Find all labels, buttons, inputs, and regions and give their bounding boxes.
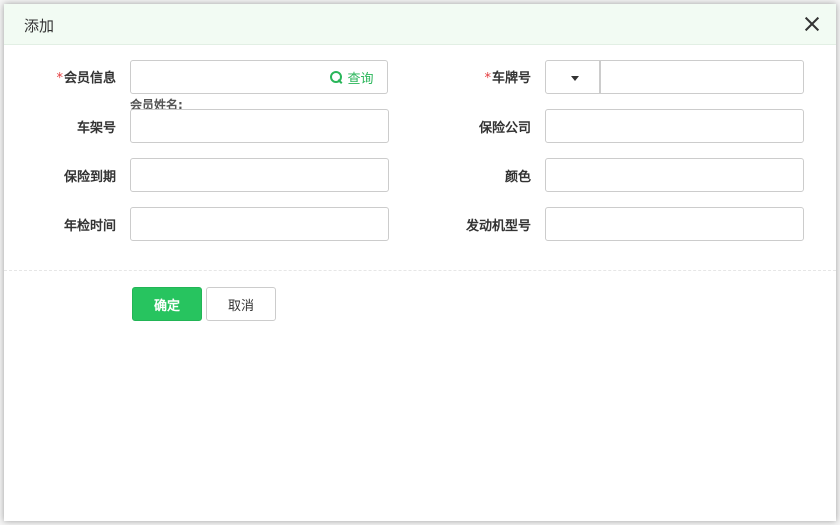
insurer-input[interactable] [545,109,804,143]
inspection-time-input[interactable] [130,207,389,241]
dialog-title: 添加 [24,17,55,35]
member-info-label: *会员信息 [56,71,116,86]
member-search-label: 查询 [347,71,374,87]
plate-no-label: *车牌号 [484,71,531,86]
dialog-header: 添加 [4,4,836,45]
insurance-expiry-input[interactable] [130,158,389,192]
cancel-button[interactable]: 取消 [206,287,276,321]
engine-model-label: 发动机型号 [465,219,531,234]
caret-down-icon [571,76,579,81]
plate-prefix-select[interactable] [545,60,600,94]
plate-no-input[interactable] [600,60,804,94]
member-info-input[interactable] [130,60,318,94]
vin-input[interactable] [130,109,389,143]
confirm-button[interactable]: 确定 [132,287,202,321]
vin-label: 车架号 [76,121,116,136]
add-dialog: 添加 *会员信息 查询 会员姓名: *车牌号 车架号 保险公司 保险到期 颜色 … [4,4,836,521]
inspection-time-label: 年检时间 [63,219,116,234]
member-search-button[interactable]: 查询 [317,60,388,94]
search-icon [330,70,343,84]
color-label: 颜色 [504,170,531,185]
color-input[interactable] [545,158,804,192]
close-icon[interactable] [802,14,822,34]
insurer-label: 保险公司 [478,121,531,136]
engine-model-input[interactable] [545,207,804,241]
form-divider [4,270,836,271]
insurance-expiry-label: 保险到期 [63,170,116,185]
